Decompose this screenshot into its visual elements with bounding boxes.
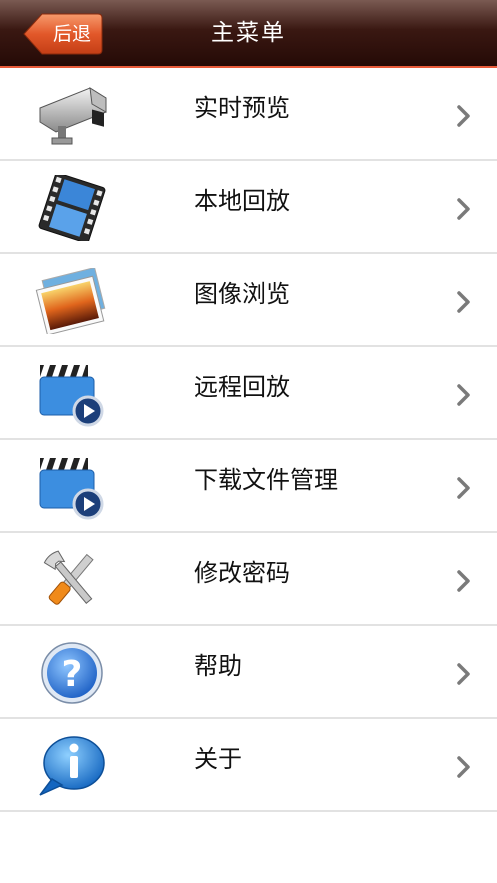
tools-icon <box>43 550 94 605</box>
menu-item-local-playback[interactable]: 本地回放 <box>0 161 497 254</box>
main-menu-list: 实时预览 本地回放 图像浏览 远程回放 下载文件管理 修改密码 ? 帮助 关于 <box>0 68 497 812</box>
page-title: 主菜单 <box>211 20 286 46</box>
chevron-right-icon <box>457 105 470 127</box>
navigation-bar: 后退 主菜单 <box>0 0 497 68</box>
menu-item-download-management[interactable]: 下载文件管理 <box>0 440 497 533</box>
chevron-right-icon <box>457 663 470 685</box>
menu-item-image-browse[interactable]: 图像浏览 <box>0 254 497 347</box>
chevron-right-icon <box>457 477 470 499</box>
menu-item-label: 实时预览 <box>194 94 290 122</box>
menu-item-about[interactable]: 关于 <box>0 719 497 812</box>
help-icon: ? <box>41 642 103 704</box>
menu-item-label: 远程回放 <box>194 373 290 401</box>
photo-icon <box>35 268 106 334</box>
menu-item-label: 下载文件管理 <box>194 466 338 494</box>
menu-item-remote-playback[interactable]: 远程回放 <box>0 347 497 440</box>
menu-item-change-password[interactable]: 修改密码 <box>0 533 497 626</box>
menu-item-label: 本地回放 <box>194 187 290 215</box>
chevron-right-icon <box>457 198 470 220</box>
chevron-right-icon <box>457 384 470 406</box>
video-clapper-play-icon <box>39 365 104 427</box>
menu-item-label: 图像浏览 <box>194 280 290 308</box>
menu-item-label: 关于 <box>194 745 242 773</box>
info-bubble-icon <box>39 736 105 796</box>
video-clapper-play-icon <box>39 458 104 520</box>
menu-item-live-preview[interactable]: 实时预览 <box>0 68 497 161</box>
chevron-right-icon <box>457 756 470 778</box>
menu-item-help[interactable]: ? 帮助 <box>0 626 497 719</box>
film-strip-icon <box>38 175 106 241</box>
svg-text:?: ? <box>62 654 83 695</box>
menu-item-label: 帮助 <box>194 652 242 680</box>
chevron-right-icon <box>457 291 470 313</box>
cctv-camera-icon <box>39 87 107 145</box>
menu-item-label: 修改密码 <box>194 559 290 587</box>
chevron-right-icon <box>457 570 470 592</box>
